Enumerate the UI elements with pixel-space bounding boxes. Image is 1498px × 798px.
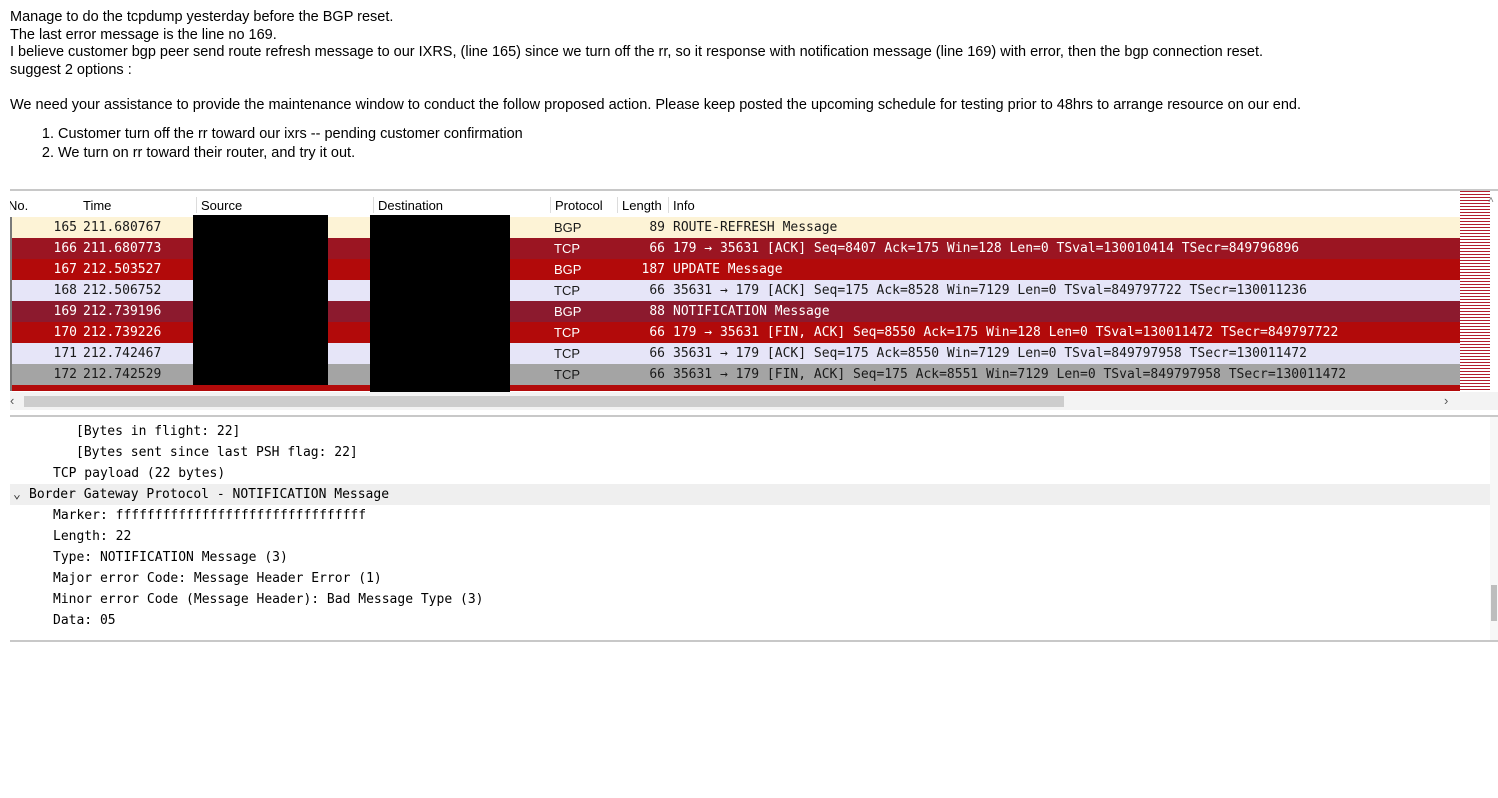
email-line-1: Manage to do the tcpdump yesterday befor… (10, 9, 394, 25)
packet-time: 212.742467 (83, 346, 162, 361)
packet-info: UPDATE Message (673, 262, 783, 277)
chevron-down-icon[interactable]: ⌄ (13, 484, 29, 505)
email-line-2: The last error message is the line no 16… (10, 26, 277, 43)
packet-length: 66 (649, 283, 665, 298)
packet-time: 211.680767 (83, 220, 162, 235)
packet-protocol: BGP (554, 220, 582, 235)
scroll-up-icon[interactable]: ˄ (1488, 195, 1494, 206)
column-header-source[interactable]: Source (201, 198, 242, 213)
detail-line[interactable]: Length: 22 (10, 526, 1490, 547)
horizontal-scrollbar[interactable]: ‹ › (10, 392, 1498, 410)
packet-protocol: TCP (554, 241, 580, 256)
packet-info: NOTIFICATION Message (673, 304, 830, 319)
packet-no: 172 (53, 367, 77, 382)
vertical-scrollbar[interactable] (1490, 417, 1498, 640)
email-line-3: I believe customer bgp peer send route r… (10, 44, 1264, 61)
packet-no: 168 (53, 283, 77, 298)
detail-line[interactable]: Data: 05 (10, 610, 1490, 631)
detail-text: [Bytes in flight: 22] (76, 424, 241, 439)
packet-minimap[interactable] (1460, 191, 1490, 391)
scroll-right-icon[interactable]: › (1444, 393, 1448, 408)
column-header-time[interactable]: Time (83, 198, 111, 213)
packet-length: 89 (649, 220, 665, 235)
detail-text: Data: 05 (53, 613, 116, 628)
detail-line[interactable]: Major error Code: Message Header Error (… (10, 568, 1490, 589)
column-header-length[interactable]: Length (622, 198, 662, 213)
options-list: Customer turn off the rr toward our ixrs… (10, 125, 1301, 163)
detail-line[interactable]: Marker: ffffffffffffffffffffffffffffffff (10, 505, 1490, 526)
detail-text: TCP payload (22 bytes) (53, 466, 226, 481)
email-line-4: suggest 2 options : (10, 61, 132, 78)
redacted-destination (370, 215, 510, 393)
packet-list-pane: No. Time Source Destination Protocol Len… (10, 189, 1498, 413)
packet-info: 179 → 35631 [ACK] Seq=8407 Ack=175 Win=1… (673, 241, 1300, 256)
packet-length: 66 (649, 241, 665, 256)
packet-length: 66 (649, 346, 665, 361)
packet-list-header: No. Time Source Destination Protocol Len… (10, 197, 1460, 213)
column-header-destination[interactable]: Destination (378, 198, 443, 213)
packet-time: 211.680773 (83, 241, 162, 256)
packet-length: 66 (649, 367, 665, 382)
packet-no: 165 (53, 220, 77, 235)
packet-protocol: BGP (554, 262, 582, 277)
packet-info: 179 → 35631 [FIN, ACK] Seq=8550 Ack=175 … (673, 325, 1339, 340)
packet-time: 212.739226 (83, 325, 162, 340)
packet-info: 35631 → 179 [ACK] Seq=175 Ack=8528 Win=7… (673, 283, 1307, 298)
packet-no: 171 (53, 346, 77, 361)
option-1: Customer turn off the rr toward our ixrs… (58, 125, 1301, 144)
packet-protocol: BGP (554, 304, 582, 319)
packet-no: 167 (53, 262, 77, 277)
option-2: We turn on rr toward their router, and t… (58, 144, 1301, 163)
packet-length: 187 (641, 262, 665, 277)
packet-time: 212.506752 (83, 283, 162, 298)
packet-protocol: TCP (554, 325, 580, 340)
vertical-scroll-thumb[interactable] (1491, 585, 1497, 621)
email-paragraph: We need your assistance to provide the m… (10, 96, 1302, 113)
packet-no: 169 (53, 304, 77, 319)
scroll-thumb[interactable] (24, 396, 1064, 407)
packet-details-pane: [Bytes in flight: 22] [Bytes sent since l… (10, 415, 1498, 642)
detail-text: Type: NOTIFICATION Message (3) (53, 550, 288, 565)
packet-no: 166 (53, 241, 77, 256)
detail-text: [Bytes sent since last PSH flag: 22] (76, 445, 358, 460)
packet-protocol: TCP (554, 283, 580, 298)
detail-line[interactable]: TCP payload (22 bytes) (10, 463, 1490, 484)
scroll-left-icon[interactable]: ‹ (10, 393, 14, 408)
column-header-no[interactable]: No. (10, 198, 28, 213)
detail-text: Marker: ffffffffffffffffffffffffffffffff (53, 508, 367, 523)
redacted-source (193, 215, 328, 385)
detail-line[interactable]: [Bytes sent since last PSH flag: 22] (10, 442, 1490, 463)
packet-length: 66 (649, 325, 665, 340)
detail-text: Major error Code: Message Header Error (… (53, 571, 382, 586)
detail-text: Minor error Code (Message Header): Bad M… (53, 592, 484, 607)
column-header-info[interactable]: Info (673, 198, 695, 213)
packet-time: 212.742529 (83, 367, 162, 382)
packet-length: 88 (649, 304, 665, 319)
packet-protocol: TCP (554, 346, 580, 361)
detail-line[interactable]: Type: NOTIFICATION Message (3) (10, 547, 1490, 568)
packet-time: 212.739196 (83, 304, 162, 319)
detail-line[interactable]: Minor error Code (Message Header): Bad M… (10, 589, 1490, 610)
table-row-partial[interactable] (10, 385, 1460, 391)
packet-no: 170 (53, 325, 77, 340)
packet-info: ROUTE-REFRESH Message (673, 220, 838, 235)
detail-text: Border Gateway Protocol - NOTIFICATION M… (29, 487, 390, 502)
column-header-protocol[interactable]: Protocol (555, 198, 603, 213)
detail-text: Length: 22 (53, 529, 132, 544)
packet-info: 35631 → 179 [FIN, ACK] Seq=175 Ack=8551 … (673, 367, 1347, 382)
detail-line[interactable]: [Bytes in flight: 22] (10, 421, 1490, 442)
detail-line[interactable]: ⌄ Border Gateway Protocol - NOTIFICATION … (10, 484, 1490, 505)
packet-time: 212.503527 (83, 262, 162, 277)
email-body: Manage to do the tcpdump yesterday befor… (10, 9, 1301, 163)
packet-info: 35631 → 179 [ACK] Seq=175 Ack=8550 Win=7… (673, 346, 1307, 361)
packet-protocol: TCP (554, 367, 580, 382)
